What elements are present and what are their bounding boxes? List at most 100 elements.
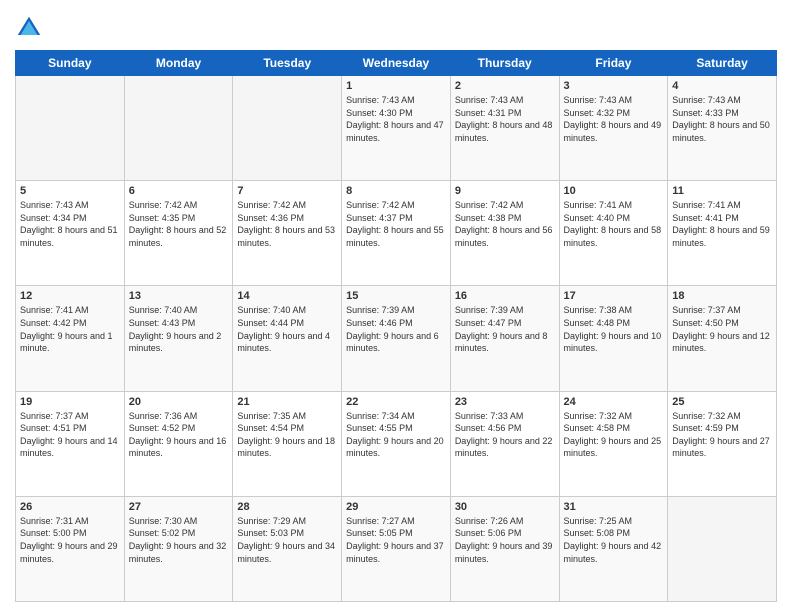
day-info: Sunrise: 7:37 AM Sunset: 4:50 PM Dayligh… xyxy=(672,304,772,354)
day-number: 19 xyxy=(20,396,120,408)
day-info: Sunrise: 7:42 AM Sunset: 4:35 PM Dayligh… xyxy=(129,199,229,249)
calendar-day-cell xyxy=(16,76,125,181)
day-number: 24 xyxy=(564,396,664,408)
day-of-week-header: Friday xyxy=(559,51,668,76)
calendar-day-cell: 28 Sunrise: 7:29 AM Sunset: 5:03 PM Dayli… xyxy=(233,496,342,601)
calendar-day-cell: 29 Sunrise: 7:27 AM Sunset: 5:05 PM Dayli… xyxy=(342,496,451,601)
header xyxy=(15,10,777,42)
calendar-day-cell: 12Sunrise: 7:41 AM Sunset: 4:42 PM Dayli… xyxy=(16,286,125,391)
calendar-day-cell: 19 Sunrise: 7:37 AM Sunset: 4:51 PM Dayli… xyxy=(16,391,125,496)
calendar-day-cell: 21Sunrise: 7:35 AM Sunset: 4:54 PM Dayli… xyxy=(233,391,342,496)
day-info: Sunrise: 7:40 AM Sunset: 4:43 PM Dayligh… xyxy=(129,304,229,354)
day-info: Sunrise: 7:31 AM Sunset: 5:00 PM Dayligh… xyxy=(20,515,120,565)
calendar-day-cell: 27 Sunrise: 7:30 AM Sunset: 5:02 PM Dayli… xyxy=(124,496,233,601)
day-info: Sunrise: 7:38 AM Sunset: 4:48 PM Dayligh… xyxy=(564,304,664,354)
day-number: 25 xyxy=(672,396,772,408)
calendar-day-cell: 5 Sunrise: 7:43 AM Sunset: 4:34 PM Daylig… xyxy=(16,181,125,286)
calendar: SundayMondayTuesdayWednesdayThursdayFrid… xyxy=(15,50,777,602)
calendar-day-cell: 26 Sunrise: 7:31 AM Sunset: 5:00 PM Dayli… xyxy=(16,496,125,601)
calendar-day-cell: 23Sunrise: 7:33 AM Sunset: 4:56 PM Dayli… xyxy=(450,391,559,496)
calendar-day-cell: 2Sunrise: 7:43 AM Sunset: 4:31 PM Daylig… xyxy=(450,76,559,181)
calendar-day-cell: 24 Sunrise: 7:32 AM Sunset: 4:58 PM Dayli… xyxy=(559,391,668,496)
day-number: 18 xyxy=(672,290,772,302)
calendar-week-row: 19 Sunrise: 7:37 AM Sunset: 4:51 PM Dayli… xyxy=(16,391,777,496)
day-number: 9 xyxy=(455,185,555,197)
day-info: Sunrise: 7:41 AM Sunset: 4:40 PM Dayligh… xyxy=(564,199,664,249)
day-number: 20 xyxy=(129,396,229,408)
day-number: 4 xyxy=(672,80,772,92)
day-info: Sunrise: 7:29 AM Sunset: 5:03 PM Dayligh… xyxy=(237,515,337,565)
calendar-day-cell: 22 Sunrise: 7:34 AM Sunset: 4:55 PM Dayli… xyxy=(342,391,451,496)
calendar-day-cell: 8 Sunrise: 7:42 AM Sunset: 4:37 PM Daylig… xyxy=(342,181,451,286)
day-number: 8 xyxy=(346,185,446,197)
calendar-day-cell: 10 Sunrise: 7:41 AM Sunset: 4:40 PM Dayli… xyxy=(559,181,668,286)
page: SundayMondayTuesdayWednesdayThursdayFrid… xyxy=(0,0,792,612)
day-info: Sunrise: 7:42 AM Sunset: 4:37 PM Dayligh… xyxy=(346,199,446,249)
day-number: 14 xyxy=(237,290,337,302)
day-of-week-header: Thursday xyxy=(450,51,559,76)
calendar-day-cell: 31Sunrise: 7:25 AM Sunset: 5:08 PM Dayli… xyxy=(559,496,668,601)
day-info: Sunrise: 7:26 AM Sunset: 5:06 PM Dayligh… xyxy=(455,515,555,565)
day-info: Sunrise: 7:32 AM Sunset: 4:58 PM Dayligh… xyxy=(564,410,664,460)
day-number: 29 xyxy=(346,501,446,513)
day-number: 12 xyxy=(20,290,120,302)
day-info: Sunrise: 7:37 AM Sunset: 4:51 PM Dayligh… xyxy=(20,410,120,460)
day-info: Sunrise: 7:35 AM Sunset: 4:54 PM Dayligh… xyxy=(237,410,337,460)
day-number: 15 xyxy=(346,290,446,302)
day-number: 16 xyxy=(455,290,555,302)
day-number: 22 xyxy=(346,396,446,408)
day-number: 5 xyxy=(20,185,120,197)
day-number: 11 xyxy=(672,185,772,197)
day-number: 28 xyxy=(237,501,337,513)
day-info: Sunrise: 7:43 AM Sunset: 4:30 PM Dayligh… xyxy=(346,94,446,144)
day-info: Sunrise: 7:41 AM Sunset: 4:41 PM Dayligh… xyxy=(672,199,772,249)
day-of-week-header: Wednesday xyxy=(342,51,451,76)
day-info: Sunrise: 7:30 AM Sunset: 5:02 PM Dayligh… xyxy=(129,515,229,565)
day-info: Sunrise: 7:42 AM Sunset: 4:36 PM Dayligh… xyxy=(237,199,337,249)
calendar-day-cell: 20 Sunrise: 7:36 AM Sunset: 4:52 PM Dayli… xyxy=(124,391,233,496)
day-info: Sunrise: 7:43 AM Sunset: 4:31 PM Dayligh… xyxy=(455,94,555,144)
calendar-day-cell: 3 Sunrise: 7:43 AM Sunset: 4:32 PM Daylig… xyxy=(559,76,668,181)
day-info: Sunrise: 7:42 AM Sunset: 4:38 PM Dayligh… xyxy=(455,199,555,249)
calendar-day-cell: 1 Sunrise: 7:43 AM Sunset: 4:30 PM Daylig… xyxy=(342,76,451,181)
day-number: 30 xyxy=(455,501,555,513)
day-number: 3 xyxy=(564,80,664,92)
day-number: 10 xyxy=(564,185,664,197)
calendar-day-cell xyxy=(668,496,777,601)
logo-icon xyxy=(15,14,43,42)
day-info: Sunrise: 7:27 AM Sunset: 5:05 PM Dayligh… xyxy=(346,515,446,565)
calendar-day-cell: 9 Sunrise: 7:42 AM Sunset: 4:38 PM Daylig… xyxy=(450,181,559,286)
day-info: Sunrise: 7:39 AM Sunset: 4:46 PM Dayligh… xyxy=(346,304,446,354)
calendar-week-row: 5 Sunrise: 7:43 AM Sunset: 4:34 PM Daylig… xyxy=(16,181,777,286)
day-of-week-header: Sunday xyxy=(16,51,125,76)
calendar-day-cell: 30 Sunrise: 7:26 AM Sunset: 5:06 PM Dayli… xyxy=(450,496,559,601)
day-number: 1 xyxy=(346,80,446,92)
calendar-day-cell: 17Sunrise: 7:38 AM Sunset: 4:48 PM Dayli… xyxy=(559,286,668,391)
day-info: Sunrise: 7:43 AM Sunset: 4:34 PM Dayligh… xyxy=(20,199,120,249)
day-info: Sunrise: 7:36 AM Sunset: 4:52 PM Dayligh… xyxy=(129,410,229,460)
day-info: Sunrise: 7:39 AM Sunset: 4:47 PM Dayligh… xyxy=(455,304,555,354)
calendar-day-cell: 25 Sunrise: 7:32 AM Sunset: 4:59 PM Dayli… xyxy=(668,391,777,496)
day-info: Sunrise: 7:32 AM Sunset: 4:59 PM Dayligh… xyxy=(672,410,772,460)
day-info: Sunrise: 7:34 AM Sunset: 4:55 PM Dayligh… xyxy=(346,410,446,460)
day-number: 13 xyxy=(129,290,229,302)
day-number: 23 xyxy=(455,396,555,408)
calendar-day-cell: 6 Sunrise: 7:42 AM Sunset: 4:35 PM Daylig… xyxy=(124,181,233,286)
calendar-day-cell xyxy=(233,76,342,181)
calendar-day-cell: 7Sunrise: 7:42 AM Sunset: 4:36 PM Daylig… xyxy=(233,181,342,286)
logo xyxy=(15,14,47,42)
calendar-week-row: 1 Sunrise: 7:43 AM Sunset: 4:30 PM Daylig… xyxy=(16,76,777,181)
day-of-week-header: Monday xyxy=(124,51,233,76)
calendar-day-cell: 15 Sunrise: 7:39 AM Sunset: 4:46 PM Dayli… xyxy=(342,286,451,391)
day-number: 6 xyxy=(129,185,229,197)
calendar-week-row: 12Sunrise: 7:41 AM Sunset: 4:42 PM Dayli… xyxy=(16,286,777,391)
day-number: 26 xyxy=(20,501,120,513)
calendar-day-cell: 18 Sunrise: 7:37 AM Sunset: 4:50 PM Dayli… xyxy=(668,286,777,391)
day-number: 27 xyxy=(129,501,229,513)
day-info: Sunrise: 7:40 AM Sunset: 4:44 PM Dayligh… xyxy=(237,304,337,354)
calendar-day-cell: 13 Sunrise: 7:40 AM Sunset: 4:43 PM Dayli… xyxy=(124,286,233,391)
day-info: Sunrise: 7:43 AM Sunset: 4:32 PM Dayligh… xyxy=(564,94,664,144)
calendar-week-row: 26 Sunrise: 7:31 AM Sunset: 5:00 PM Dayli… xyxy=(16,496,777,601)
day-of-week-header: Saturday xyxy=(668,51,777,76)
day-info: Sunrise: 7:43 AM Sunset: 4:33 PM Dayligh… xyxy=(672,94,772,144)
